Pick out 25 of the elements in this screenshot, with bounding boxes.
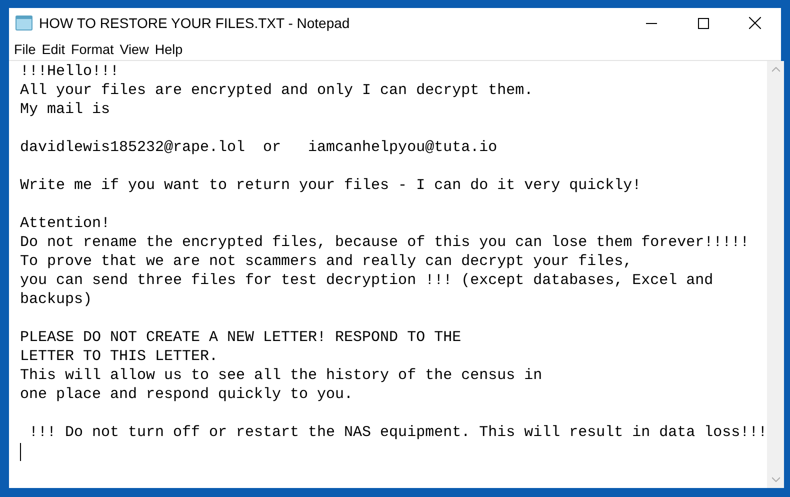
text-line: backups): [20, 290, 92, 309]
menu-item[interactable]: View: [116, 42, 152, 56]
text-line: Do not rename the encrypted files, because of this you can lose them forever!!!!!: [20, 233, 750, 252]
text-line: Write me if you want to return your files - I can do it very quickly!: [20, 176, 642, 195]
text-line: you can send three files for test decryption !!! (except databases, Excel and: [20, 271, 714, 290]
menu-item[interactable]: Help: [152, 42, 186, 56]
text-line: !!! Do not turn off or restart the NAS equipment. This will result in data loss!!!: [28, 423, 768, 442]
menu-item[interactable]: File: [11, 42, 39, 56]
notepad-icon: [15, 15, 33, 31]
text-cursor: [20, 443, 21, 461]
close-icon: [749, 17, 761, 29]
text-line: My mail is: [20, 100, 110, 119]
menu-item[interactable]: Format: [68, 42, 117, 56]
menu-item[interactable]: Edit: [38, 42, 68, 56]
text-line: PLEASE DO NOT CREATE A NEW LETTER! RESPOND TO THE: [20, 328, 462, 347]
text-line: All your files are encrypted and only I can decrypt them.: [20, 81, 534, 100]
text-line: one place and respond quickly to you.: [20, 385, 354, 404]
text-line: !!!Hello!!!: [20, 62, 120, 81]
text-line: To prove that we are not scammers and really can decrypt your files,: [20, 252, 632, 271]
text-line: This will allow us to see all the history of the census in: [20, 366, 542, 385]
window-title: HOW TO RESTORE YOUR FILES.TXT - Notepad: [39, 15, 351, 31]
text-line: davidlewis185232@rape.lol or iamcanhelpyou@tuta.io: [20, 138, 498, 157]
text-line: Attention!: [20, 214, 110, 233]
maximize-icon: [698, 18, 708, 28]
text-line: LETTER TO THIS LETTER.: [20, 347, 218, 366]
